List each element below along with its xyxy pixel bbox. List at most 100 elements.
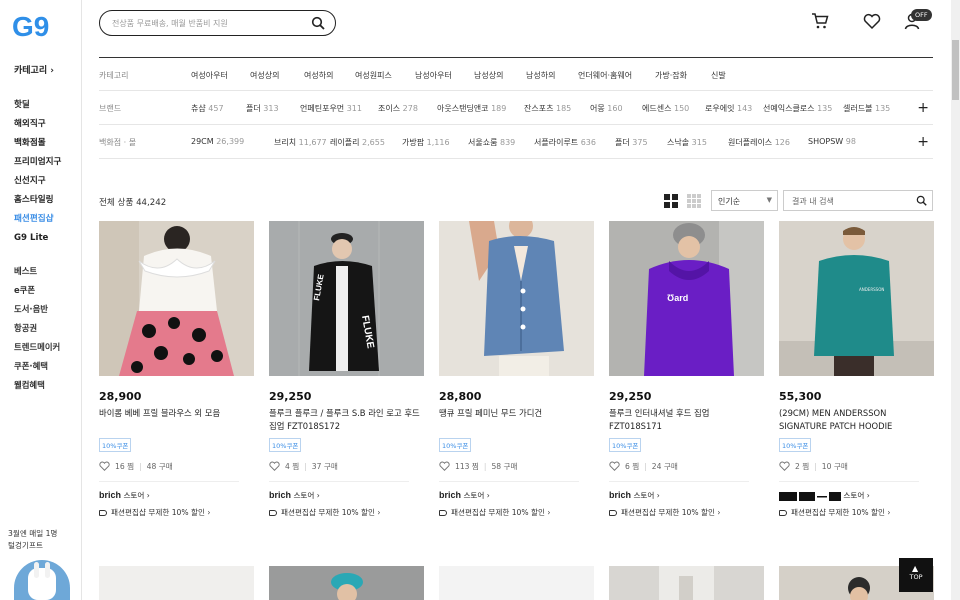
filter-option[interactable]: 브리치 11,677 xyxy=(274,137,330,148)
filter-option[interactable]: 잔스포츠 185 xyxy=(524,103,590,114)
filter-option[interactable]: 셀러드볼 135 xyxy=(843,103,890,114)
nav-item-best[interactable]: 베스트 xyxy=(14,262,60,281)
product-image[interactable]: FLUKE FLUKE xyxy=(269,221,424,376)
heart-icon[interactable] xyxy=(863,12,881,30)
promo-image[interactable] xyxy=(14,560,70,600)
product-card[interactable] xyxy=(609,566,764,600)
product-name[interactable]: 플루크 인터내셔널 후드 집업 FZT018S171 xyxy=(609,407,764,433)
product-card[interactable]: ANDERSSON 55,300 (29CM) MEN ANDERSSON SI… xyxy=(779,221,934,518)
store-link[interactable]: 스토어 › xyxy=(779,490,934,501)
nav-item-coupon-benefit[interactable]: 쿠폰·혜택 xyxy=(14,357,60,376)
filter-option[interactable]: 츄샵 457 xyxy=(191,103,246,114)
sort-select[interactable]: 인기순 ▼ xyxy=(711,190,778,211)
category-button[interactable]: 카테고리 › xyxy=(14,63,54,76)
filter-option[interactable]: 로우에잇 143 xyxy=(705,103,763,114)
filter-option[interactable]: 여성아우터 xyxy=(191,70,250,81)
promo-banner[interactable]: 3월엔 매일 1명 털겅기프트 xyxy=(8,528,78,552)
filter-option[interactable]: 레이플리 2,655 xyxy=(330,137,402,148)
scrollbar-thumb[interactable] xyxy=(952,40,959,100)
heart-icon[interactable] xyxy=(99,461,110,471)
nav-item-hotdeal[interactable]: 핫딜 xyxy=(14,96,61,115)
filter-option[interactable]: 남성상의 xyxy=(474,70,526,81)
filter-option[interactable]: 남성하의 xyxy=(526,70,578,81)
filter-option[interactable]: 선예익스클로스 135 xyxy=(763,103,843,114)
filter-option[interactable]: 조이스 278 xyxy=(378,103,437,114)
product-image[interactable] xyxy=(439,221,594,376)
nav-item-welcome[interactable]: 웰컴혜택 xyxy=(14,376,60,395)
expand-brand-button[interactable]: + xyxy=(917,100,929,116)
product-name[interactable]: 플루크 플루크 / 플루크 S.B 라인 로고 후드 집업 FZT018S172 xyxy=(269,407,424,433)
filter-option[interactable]: 가방팝 1,116 xyxy=(402,137,468,148)
filter-option[interactable]: 서울쇼룸 839 xyxy=(468,137,534,148)
store-link[interactable]: brich 스토어 › xyxy=(439,490,594,501)
filter-option[interactable]: 에드센스 150 xyxy=(642,103,705,114)
sold-count: 10 구매 xyxy=(821,461,848,471)
filter-option[interactable]: 플더 375 xyxy=(615,137,667,148)
search-icon[interactable] xyxy=(311,16,325,30)
heart-icon[interactable] xyxy=(439,461,450,471)
filter-option[interactable]: 여성상의 xyxy=(250,70,304,81)
product-card[interactable]: 28,900 바이롬 베베 프릴 블라우스 외 모음 10%쿠폰 16 찜 | … xyxy=(99,221,254,518)
filter-option[interactable]: 남성아우터 xyxy=(415,70,474,81)
store-link[interactable]: brich 스토어 › xyxy=(609,490,764,501)
nav-item-g9lite[interactable]: G9 Lite xyxy=(14,229,61,248)
filter-option[interactable]: 스낙솔 315 xyxy=(667,137,728,148)
product-card[interactable] xyxy=(99,566,254,600)
discount-link[interactable]: 패션편집샵 무제한 10% 할인 › xyxy=(99,507,254,518)
product-image[interactable]: Ʊard xyxy=(609,221,764,376)
filter-option[interactable]: 가방·잡화 xyxy=(655,70,711,81)
filter-option[interactable]: 여성하의 xyxy=(304,70,355,81)
nav-item-trendmaker[interactable]: 트렌드메이커 xyxy=(14,338,60,357)
nav-item-overseas[interactable]: 해외직구 xyxy=(14,115,61,134)
heart-icon[interactable] xyxy=(609,461,620,471)
nav-item-premium[interactable]: 프리미엄지구 xyxy=(14,153,61,172)
nav-item-ecoupon[interactable]: e쿠폰 xyxy=(14,281,60,300)
nav-item-fashion-select[interactable]: 패션편집샵 xyxy=(14,210,61,229)
product-name[interactable]: 바이롬 베베 프릴 블라우스 외 모음 xyxy=(99,407,254,433)
product-image[interactable] xyxy=(99,221,254,376)
filter-option[interactable]: 신발 xyxy=(711,70,741,81)
nav-item-books[interactable]: 도서·음반 xyxy=(14,300,60,319)
store-link[interactable]: brich 스토어 › xyxy=(99,490,254,501)
nav-item-fresh[interactable]: 신선지구 xyxy=(14,172,61,191)
discount-link[interactable]: 패션편집샵 무제한 10% 할인 › xyxy=(609,507,764,518)
discount-link[interactable]: 패션편집샵 무제한 10% 할인 › xyxy=(779,507,934,518)
heart-icon[interactable] xyxy=(269,461,280,471)
scroll-top-button[interactable]: ▲ TOP xyxy=(899,558,933,592)
product-card[interactable]: Ʊard 29,250 플루크 인터내셔널 후드 집업 FZT018S171 1… xyxy=(609,221,764,518)
product-card[interactable] xyxy=(439,566,594,600)
scrollbar[interactable] xyxy=(951,0,960,600)
filter-option[interactable]: 서플라이루트 636 xyxy=(534,137,615,148)
store-link[interactable]: brich 스토어 › xyxy=(269,490,424,501)
product-image[interactable]: ANDERSSON xyxy=(779,221,934,376)
g9-logo[interactable]: G9 xyxy=(12,10,52,42)
cart-icon[interactable] xyxy=(811,12,829,30)
store-logo: brich xyxy=(609,490,632,500)
nav-item-homestyling[interactable]: 홈스타일링 xyxy=(14,191,61,210)
expand-store-button[interactable]: + xyxy=(917,134,929,150)
grid-view-small-icon[interactable] xyxy=(687,194,701,208)
filter-option[interactable]: 언더웨어·홈웨어 xyxy=(578,70,655,81)
filter-option[interactable]: 아웃스탠딩앤코 189 xyxy=(437,103,524,114)
filter-option[interactable]: 29CM 26,399 xyxy=(191,137,274,148)
product-name[interactable]: (29CM) MEN ANDERSSON SIGNATURE PATCH HOO… xyxy=(779,407,934,433)
filter-option[interactable]: SHOPSW 98 xyxy=(808,137,856,148)
nav-item-flights[interactable]: 항공권 xyxy=(14,319,60,338)
nav-item-department[interactable]: 백화점몰 xyxy=(14,134,61,153)
discount-link[interactable]: 패션편집샵 무제한 10% 할인 › xyxy=(269,507,424,518)
filter-option[interactable]: 여성원피스 xyxy=(355,70,415,81)
filter-option[interactable]: 원더플레이스 126 xyxy=(728,137,808,148)
filter-option[interactable]: 플더 313 xyxy=(246,103,300,114)
inner-search-input[interactable]: 결과 내 검색 xyxy=(783,190,933,211)
product-card[interactable] xyxy=(269,566,424,600)
search-icon[interactable] xyxy=(916,195,927,206)
filter-option[interactable]: 언페틴포우먼 311 xyxy=(300,103,378,114)
product-card[interactable]: FLUKE FLUKE 29,250 플루크 플루크 / 플루크 S.B 라인 … xyxy=(269,221,424,518)
discount-link[interactable]: 패션편집샵 무제한 10% 할인 › xyxy=(439,507,594,518)
product-card[interactable]: 28,800 땡큐 프릴 페미닌 무드 가디건 10%쿠폰 113 찜 | 58… xyxy=(439,221,594,518)
product-name[interactable]: 땡큐 프릴 페미닌 무드 가디건 xyxy=(439,407,594,433)
filter-option[interactable]: 어몽 160 xyxy=(590,103,642,114)
heart-icon[interactable] xyxy=(779,461,790,471)
search-bar[interactable]: 전상품 무료배송, 매월 반품비 지원 xyxy=(99,10,336,36)
grid-view-large-icon[interactable] xyxy=(664,194,678,208)
